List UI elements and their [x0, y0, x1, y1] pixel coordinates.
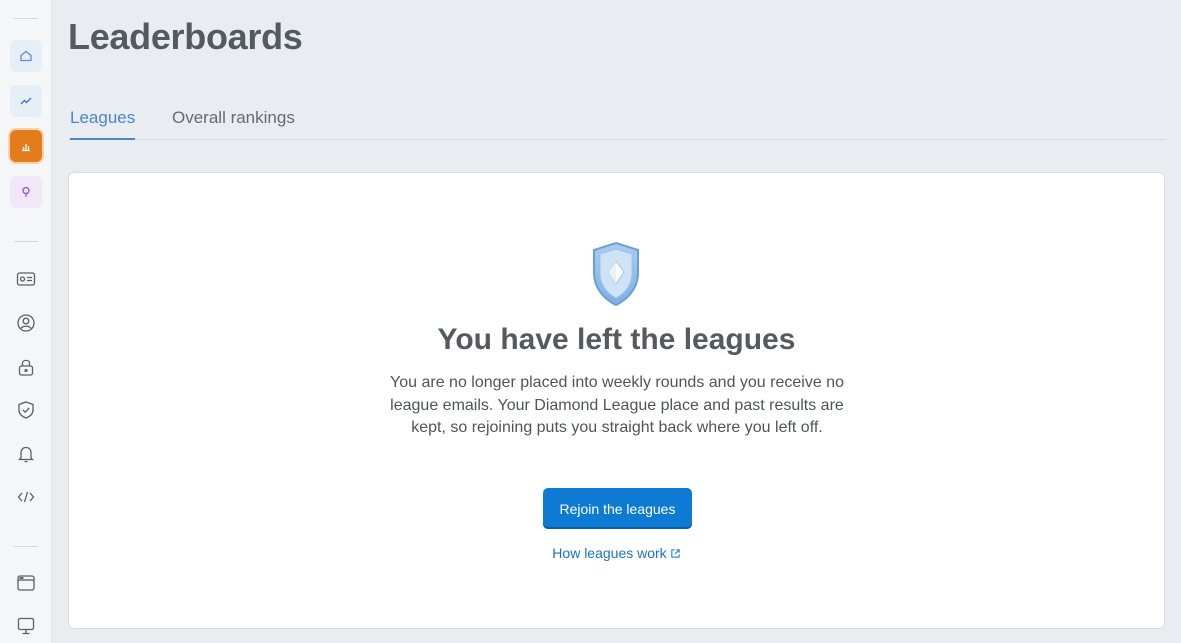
- sidebar-item-progress[interactable]: [10, 85, 42, 117]
- card-title: You have left the leagues: [437, 323, 796, 356]
- sidebar-item-profile-card[interactable]: [12, 265, 40, 293]
- sidebar-item-devices[interactable]: [12, 612, 40, 640]
- home-icon: [20, 50, 32, 62]
- browser-window-icon: [17, 575, 35, 591]
- sidebar: [0, 0, 52, 643]
- tab-leagues[interactable]: Leagues: [70, 108, 136, 140]
- card-description: You are no longer placed into weekly rou…: [390, 374, 844, 436]
- tab-bar: Leagues Overall rankings: [68, 100, 1166, 140]
- sidebar-divider: [14, 18, 38, 19]
- external-link-icon: [671, 549, 680, 558]
- sidebar-item-privacy[interactable]: [12, 396, 40, 424]
- lock-icon: [18, 359, 34, 376]
- sidebar-item-leaderboards[interactable]: [10, 130, 42, 162]
- trend-icon: [20, 97, 32, 105]
- id-card-icon: [16, 272, 36, 286]
- user-circle-icon: [17, 314, 35, 332]
- sidebar-item-browser[interactable]: [12, 569, 40, 597]
- sidebar-item-account[interactable]: [12, 309, 40, 337]
- monitor-icon: [17, 617, 35, 635]
- bell-icon: [17, 446, 35, 463]
- sidebar-item-insights[interactable]: [10, 176, 42, 208]
- diamond-shield-icon: [593, 241, 639, 307]
- lightbulb-icon: [22, 186, 30, 197]
- shield-check-icon: [18, 401, 34, 419]
- sidebar-divider: [14, 546, 38, 547]
- tab-overall-rankings[interactable]: Overall rankings: [172, 108, 295, 140]
- rejoin-leagues-button[interactable]: Rejoin the leagues: [543, 488, 692, 529]
- left-leagues-card: You have left the leagues You are no lon…: [68, 172, 1165, 629]
- sidebar-item-developer[interactable]: [12, 483, 40, 511]
- sidebar-item-notifications[interactable]: [12, 440, 40, 468]
- code-icon: [17, 491, 35, 503]
- sidebar-item-password[interactable]: [12, 353, 40, 381]
- sidebar-divider: [14, 241, 38, 242]
- how-leagues-work-label: How leagues work: [552, 545, 667, 561]
- how-leagues-work-link[interactable]: How leagues work: [69, 545, 1164, 561]
- page-title: Leaderboards: [68, 16, 303, 57]
- bar-chart-icon: [22, 144, 30, 152]
- sidebar-item-home[interactable]: [10, 40, 42, 72]
